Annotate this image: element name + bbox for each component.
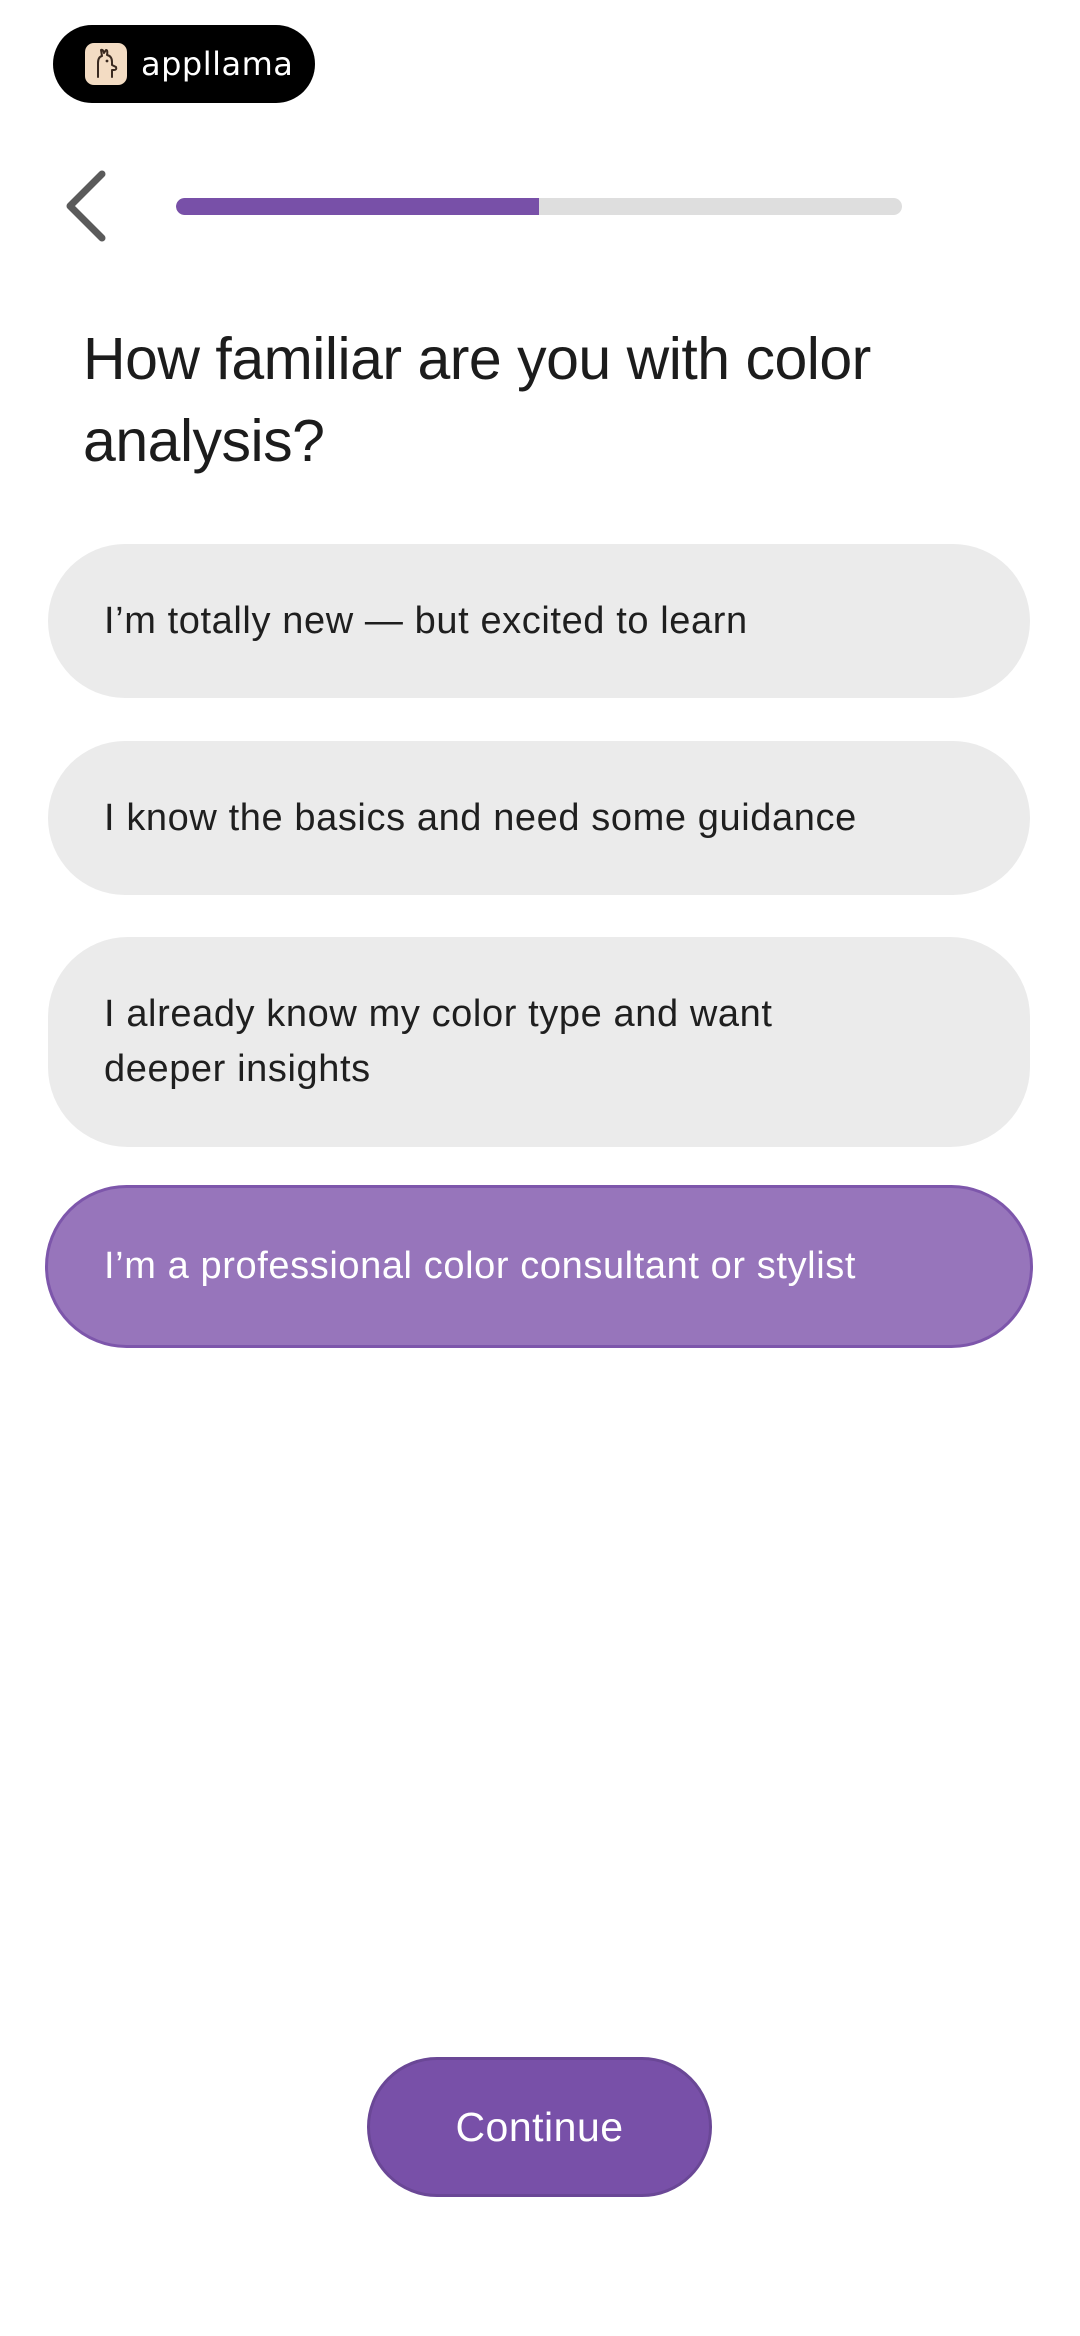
- option-label: I already know my color type and want de…: [104, 993, 773, 1090]
- progress-bar: [176, 198, 902, 215]
- option-know-basics[interactable]: I know the basics and need some guidance: [48, 741, 1030, 895]
- llama-logo-icon: [85, 43, 127, 85]
- option-label: I’m totally new — but excited to learn: [104, 599, 748, 642]
- option-label: I’m a professional color consultant or s…: [104, 1245, 857, 1287]
- option-professional-selected[interactable]: I’m a professional color consultant or s…: [45, 1185, 1033, 1348]
- onboarding-screen: appllama How familiar are you with color…: [0, 0, 1080, 2336]
- option-totally-new[interactable]: I’m totally new — but excited to learn: [48, 544, 1030, 698]
- continue-button[interactable]: Continue: [367, 2057, 712, 2197]
- option-know-color-type[interactable]: I already know my color type and want de…: [48, 937, 1030, 1147]
- progress-fill: [176, 198, 539, 215]
- question-title: How familiar are you with color analysis…: [83, 326, 871, 474]
- brand-badge: appllama: [53, 25, 315, 103]
- brand-name: appllama: [141, 45, 294, 83]
- chevron-left-icon: [66, 170, 106, 242]
- option-label: I know the basics and need some guidance: [104, 796, 857, 839]
- back-button[interactable]: [60, 170, 116, 242]
- continue-label: Continue: [455, 2103, 624, 2150]
